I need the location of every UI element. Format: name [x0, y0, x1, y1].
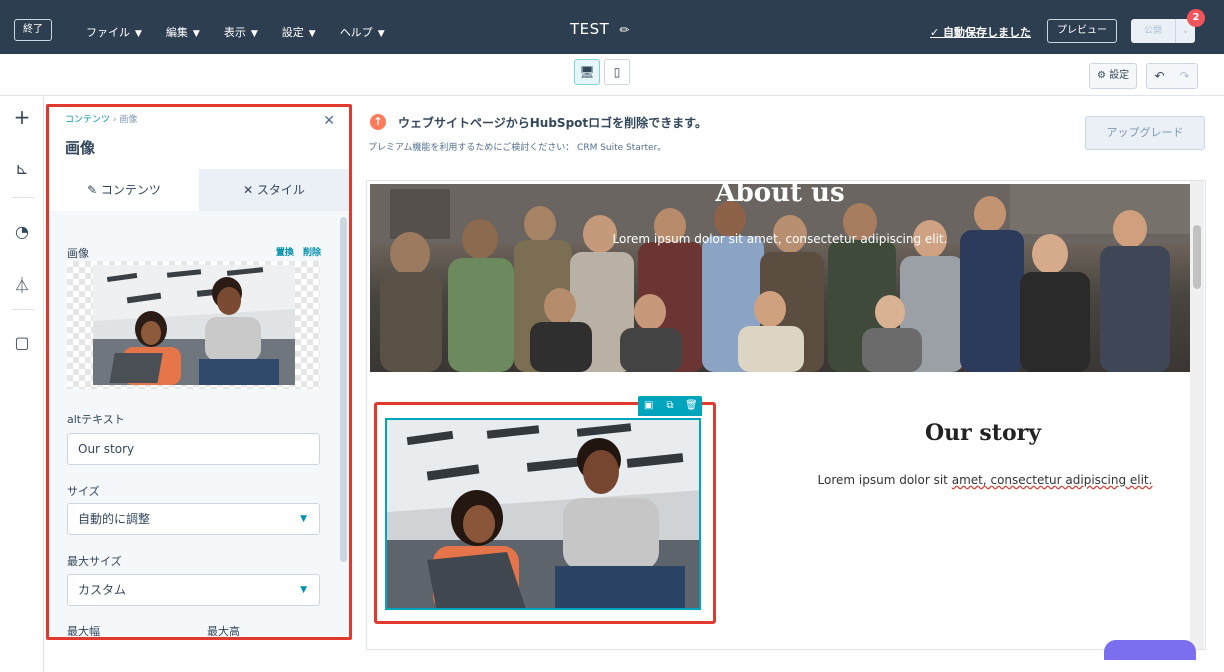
- team-photo: [370, 184, 1190, 372]
- rail-divider: [12, 197, 34, 198]
- size-label: サイズ: [67, 485, 100, 498]
- publish-label[interactable]: 公開: [1131, 19, 1175, 43]
- chevron-down-icon: ▼: [135, 29, 142, 39]
- image-actions: 置換 削除: [270, 245, 321, 258]
- hero-section[interactable]: About us Lorem ipsum dolor sit amet, con…: [370, 184, 1190, 372]
- thumbnail-photo: [93, 265, 295, 385]
- menu-edit-label: 編集: [165, 26, 188, 39]
- page-title-text: TEST: [570, 20, 610, 38]
- chevron-down-icon: ▼: [377, 29, 385, 39]
- publish-button[interactable]: 公開 ⌄: [1131, 19, 1195, 43]
- alt-text-label: altテキスト: [67, 413, 125, 426]
- max-size-label: 最大サイズ: [67, 555, 122, 568]
- breadcrumb-separator: ›: [112, 115, 117, 125]
- hero-title[interactable]: About us: [370, 184, 1190, 208]
- trash-icon[interactable]: 🗑: [681, 396, 702, 416]
- tab-style[interactable]: ✕ スタイル: [199, 169, 349, 211]
- exit-button[interactable]: 終了: [14, 19, 52, 41]
- breadcrumb-current: 画像: [119, 115, 138, 125]
- upgrade-banner-title: ウェブサイトページからHubSpotロゴを削除できます。: [398, 116, 707, 130]
- device-toggle: 🖥 ▯: [574, 59, 630, 85]
- image-label: 画像: [67, 247, 89, 260]
- menu-help-label: ヘルプ: [339, 26, 373, 39]
- size-select[interactable]: 自動的に調整 ▼: [67, 503, 320, 535]
- menu-settings[interactable]: 設定 ▼: [282, 24, 316, 40]
- image-thumbnail[interactable]: [67, 261, 320, 389]
- pencil-icon[interactable]: ✏: [619, 23, 630, 37]
- alt-text-input[interactable]: Our story: [67, 433, 320, 465]
- menu-file[interactable]: ファイル ▼: [86, 24, 142, 40]
- story-text-plain: Lorem ipsum dolor sit: [817, 473, 952, 487]
- preview-button[interactable]: プレビュー: [1047, 19, 1117, 43]
- upgrade-banner-subtitle: プレミアム機能を利用するためにご検討ください： CRM Suite Starte…: [368, 143, 667, 153]
- story-title[interactable]: Our story: [860, 420, 1106, 446]
- notification-badge: 2: [1187, 9, 1205, 27]
- menu-bar: ファイル ▼ 編集 ▼ 表示 ▼ 設定 ▼ ヘルプ ▼: [86, 24, 385, 40]
- hero-subtitle[interactable]: Lorem ipsum dolor sit amet, consectetur …: [370, 232, 1190, 246]
- replace-link[interactable]: 置換: [276, 248, 294, 258]
- preview-scrollbar[interactable]: [1190, 181, 1204, 649]
- chat-widget-button[interactable]: [1104, 640, 1196, 660]
- tab-content[interactable]: ✎ コンテンツ: [49, 169, 199, 211]
- size-select-value: 自動的に調整: [78, 512, 151, 526]
- upgrade-button[interactable]: アップグレード: [1085, 116, 1205, 150]
- max-size-select[interactable]: カスタム ▼: [67, 574, 320, 606]
- edit-image-icon[interactable]: ▣: [638, 396, 659, 416]
- undo-icon[interactable]: ↶: [1147, 64, 1172, 88]
- settings-button[interactable]: ⚙ 設定: [1089, 63, 1138, 89]
- chevron-down-icon: ▼: [308, 29, 316, 39]
- max-size-select-value: カスタム: [78, 583, 127, 597]
- caret-down-icon: ▼: [300, 585, 307, 595]
- left-rail: + ⊾ ◔ ⏃ ▢: [0, 97, 44, 672]
- chevron-down-icon: ▼: [250, 29, 258, 39]
- close-icon[interactable]: ✕: [323, 113, 335, 129]
- menu-settings-label: 設定: [281, 26, 304, 39]
- menu-file-label: ファイル: [86, 26, 130, 39]
- module-toolbar: ▣ ⧉ 🗑: [638, 396, 702, 416]
- image-settings-panel: コンテンツ › 画像 ✕ 画像 ✎ コンテンツ ✕ スタイル 画像 置換 削除: [46, 104, 352, 640]
- breadcrumb-content-link[interactable]: コンテンツ: [65, 115, 110, 125]
- upgrade-arrow-icon: ↑: [370, 114, 386, 130]
- preview-scrollbar-thumb[interactable]: [1193, 225, 1201, 289]
- chevron-down-icon: ▼: [192, 29, 200, 39]
- menu-view[interactable]: 表示 ▼: [224, 24, 258, 40]
- panel-tabs: ✎ コンテンツ ✕ スタイル: [49, 169, 349, 211]
- add-icon[interactable]: +: [8, 105, 36, 129]
- panel-title: 画像: [65, 139, 96, 157]
- menu-view-label: 表示: [223, 26, 246, 39]
- test-flask-icon[interactable]: ⏃: [8, 272, 36, 296]
- story-text[interactable]: Lorem ipsum dolor sit amet, consectetur …: [800, 473, 1170, 487]
- max-height-label: 最大高: [207, 625, 240, 638]
- panel-scrollbar[interactable]: [340, 217, 347, 562]
- story-image[interactable]: [385, 418, 701, 610]
- page-title[interactable]: TEST ✏: [570, 20, 630, 38]
- menu-edit[interactable]: 編集 ▼: [166, 24, 200, 40]
- optimize-gauge-icon[interactable]: ◔: [8, 222, 36, 241]
- page-icon[interactable]: ▢: [8, 333, 36, 352]
- autosave-status[interactable]: ✓ 自動保存しました: [930, 24, 1031, 40]
- desktop-icon[interactable]: 🖥: [574, 59, 600, 85]
- menu-help[interactable]: ヘルプ ▼: [340, 24, 385, 40]
- delete-link[interactable]: 削除: [303, 248, 321, 258]
- rail-divider: [12, 309, 34, 310]
- caret-down-icon: ▼: [300, 514, 307, 524]
- duplicate-icon[interactable]: ⧉: [659, 396, 680, 416]
- upgrade-banner: ↑ ウェブサイトページからHubSpotロゴを削除できます。 プレミアム機能を利…: [356, 106, 1216, 168]
- undo-redo: ↶ ↷: [1146, 63, 1198, 89]
- editor-topbar: 終了 ファイル ▼ 編集 ▼ 表示 ▼ 設定 ▼ ヘルプ ▼ TEST ✏ ✓ 自動保存しま…: [0, 0, 1224, 54]
- max-width-label: 最大幅: [67, 625, 100, 638]
- breadcrumb: コンテンツ › 画像: [65, 112, 137, 125]
- story-text-spellcheck: amet, consectetur adipiscing elit.: [951, 473, 1153, 487]
- layers-icon[interactable]: ⊾: [8, 159, 36, 178]
- story-photo: [387, 420, 699, 608]
- mobile-icon[interactable]: ▯: [604, 59, 630, 85]
- redo-icon[interactable]: ↷: [1172, 64, 1197, 88]
- panel-body: 画像 置換 削除 altテキスト Our story サイズ 自動的に調整 ▼ …: [49, 211, 349, 638]
